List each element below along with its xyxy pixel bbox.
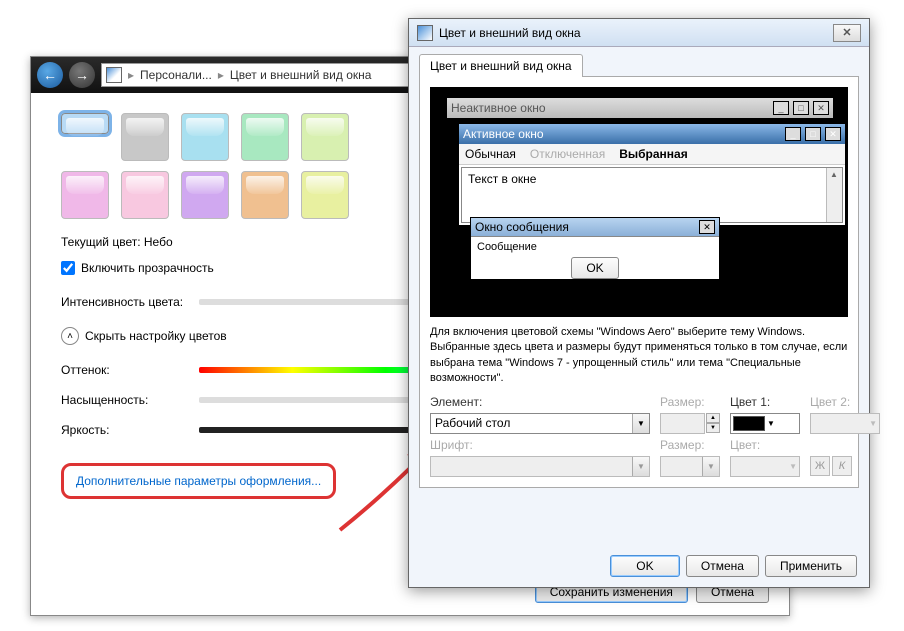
size-input <box>660 413 705 434</box>
italic-button: К <box>832 456 852 476</box>
color-swatch[interactable] <box>61 171 109 219</box>
size-spinner: ▲▼ <box>706 413 720 434</box>
color-swatch[interactable] <box>241 171 289 219</box>
size2-label: Размер: <box>660 438 720 452</box>
font-color-picker: ▼ <box>730 456 800 477</box>
preview-inactive-window[interactable]: Неактивное окно _ □ ✕ <box>446 97 834 119</box>
breadcrumb-item[interactable]: Персонали... <box>140 68 212 82</box>
description-text: Для включения цветовой схемы "Windows Ae… <box>430 325 848 387</box>
transparency-label: Включить прозрачность <box>81 261 214 275</box>
element-select[interactable]: Рабочий стол▼ <box>430 413 650 434</box>
color2-label: Цвет 2: <box>810 395 880 409</box>
preview-active-window[interactable]: Активное окно _ □ ✕ Обычная Отключенная … <box>458 123 846 226</box>
chevron-down-icon: ▼ <box>632 414 649 433</box>
ok-button[interactable]: OK <box>610 555 680 577</box>
color-swatch[interactable] <box>61 113 109 134</box>
transparency-checkbox[interactable] <box>61 261 75 275</box>
font-size-select: ▼ <box>660 456 720 477</box>
maximize-icon: □ <box>793 101 809 115</box>
color1-picker[interactable]: ▼ <box>730 413 800 434</box>
chevron-down-icon: ▼ <box>632 457 649 476</box>
color-swatch[interactable] <box>301 171 349 219</box>
close-icon: ✕ <box>813 101 829 115</box>
breadcrumb-item[interactable]: Цвет и внешний вид окна <box>230 68 372 82</box>
dialog-titlebar[interactable]: Цвет и внешний вид окна ✕ <box>409 19 869 47</box>
forward-button[interactable]: → <box>69 62 95 88</box>
element-label: Элемент: <box>430 395 650 409</box>
cancel-button[interactable]: Отмена <box>686 555 759 577</box>
dialog-title: Цвет и внешний вид окна <box>439 26 827 40</box>
apply-button[interactable]: Применить <box>765 555 857 577</box>
close-button[interactable]: ✕ <box>833 24 861 42</box>
preview-message-box[interactable]: Окно сообщения✕ Сообщение OK <box>470 217 720 280</box>
preview-ok-button: OK <box>571 257 618 279</box>
current-color-value: Небо <box>144 235 173 249</box>
advanced-appearance-link[interactable]: Дополнительные параметры оформления... <box>76 474 321 488</box>
advanced-link-highlight: Дополнительные параметры оформления... <box>61 463 336 499</box>
tab-appearance[interactable]: Цвет и внешний вид окна <box>419 54 583 77</box>
font-style-buttons: Ж К <box>810 456 880 477</box>
current-color-label: Текущий цвет: <box>61 235 141 249</box>
close-icon: ✕ <box>825 127 841 141</box>
chevron-down-icon: ▼ <box>702 457 719 476</box>
color-swatch[interactable] <box>301 113 349 161</box>
color2-picker: ▼ <box>810 413 880 434</box>
scrollbar <box>826 168 842 222</box>
bold-button: Ж <box>810 456 830 476</box>
color-swatch[interactable] <box>181 171 229 219</box>
back-button[interactable]: ← <box>37 62 63 88</box>
brightness-label: Яркость: <box>61 423 191 437</box>
font-label: Шрифт: <box>430 438 650 452</box>
chevron-up-icon: ˄ <box>61 327 79 345</box>
tab-panel: Неактивное окно _ □ ✕ Активное окно _ □ … <box>419 76 859 488</box>
close-icon: ✕ <box>699 220 715 234</box>
color-swatch[interactable] <box>241 113 289 161</box>
preview-textarea: Текст в окне <box>461 167 843 223</box>
color1-label: Цвет 1: <box>730 395 800 409</box>
color-swatch[interactable] <box>181 113 229 161</box>
color-swatch[interactable] <box>121 171 169 219</box>
minimize-icon: _ <box>785 127 801 141</box>
font-select: ▼ <box>430 456 650 477</box>
color-swatch[interactable] <box>121 113 169 161</box>
minimize-icon: _ <box>773 101 789 115</box>
window-icon <box>417 25 433 41</box>
font-color-label: Цвет: <box>730 438 800 452</box>
hue-label: Оттенок: <box>61 363 191 377</box>
maximize-icon: □ <box>805 127 821 141</box>
size-label: Размер: <box>660 395 720 409</box>
location-icon <box>106 67 122 83</box>
saturation-label: Насыщенность: <box>61 393 191 407</box>
preview-area: Неактивное окно _ □ ✕ Активное окно _ □ … <box>430 87 848 317</box>
advanced-appearance-dialog: Цвет и внешний вид окна ✕ Цвет и внешний… <box>408 18 870 588</box>
intensity-label: Интенсивность цвета: <box>61 295 191 309</box>
